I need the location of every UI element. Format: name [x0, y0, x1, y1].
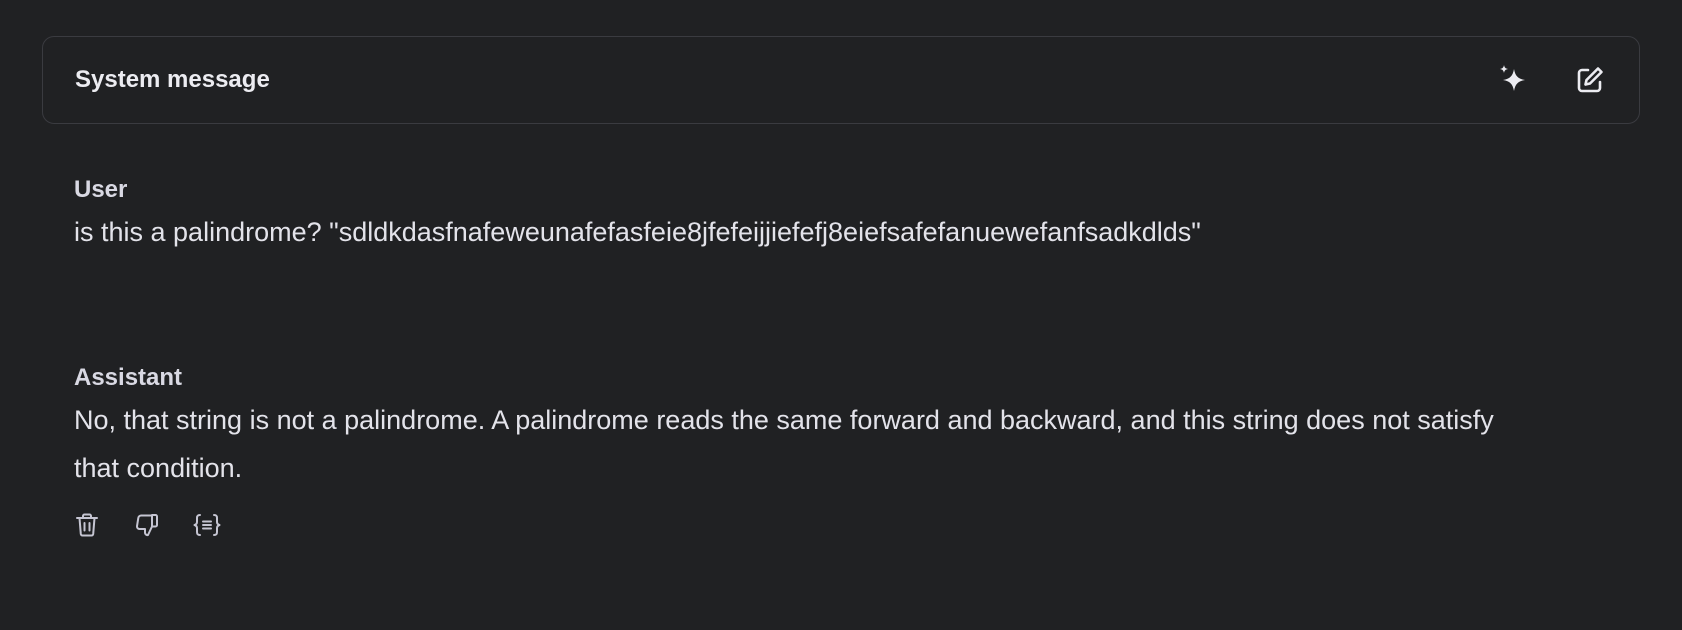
- message-role-label: User: [74, 176, 128, 203]
- sparkle-icon[interactable]: [1497, 63, 1531, 97]
- system-message-title: System message: [75, 66, 270, 93]
- thumbs-down-icon[interactable]: [132, 510, 162, 540]
- assistant-message[interactable]: Assistant No, that string is not a palin…: [74, 362, 1544, 492]
- system-message-box[interactable]: System message: [42, 36, 1640, 124]
- message-text: is this a palindrome? "sdldkdasfnafeweun…: [74, 217, 1201, 247]
- playground-chat: System message User is this a palindrome…: [0, 0, 1682, 630]
- message-actions: [72, 510, 222, 540]
- message-text: No, that string is not a palindrome. A p…: [74, 405, 1502, 483]
- user-message[interactable]: User is this a palindrome? "sdldkdasfnaf…: [74, 174, 1574, 256]
- edit-icon[interactable]: [1573, 63, 1607, 97]
- trash-icon[interactable]: [72, 510, 102, 540]
- code-braces-icon[interactable]: [192, 510, 222, 540]
- system-message-actions: [1497, 63, 1607, 97]
- message-role-label: Assistant: [74, 364, 183, 391]
